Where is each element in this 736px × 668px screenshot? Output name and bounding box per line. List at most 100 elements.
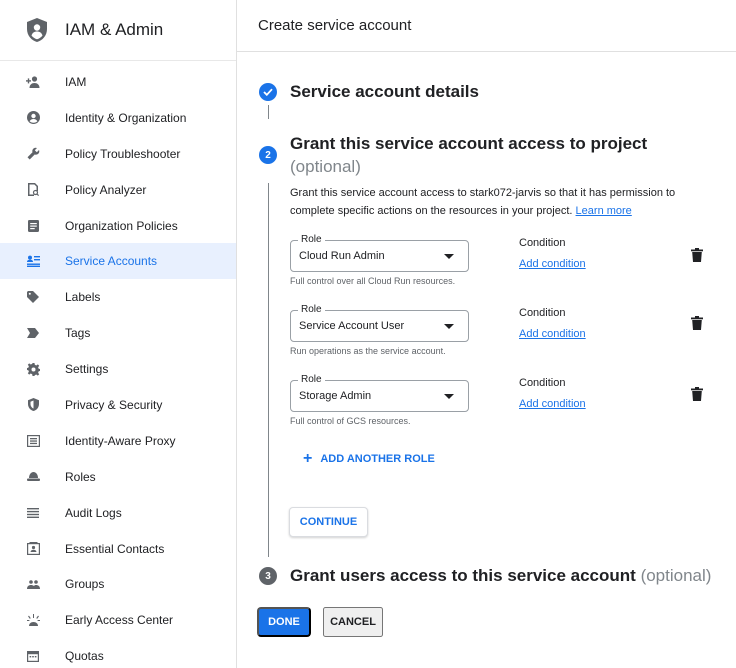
sidebar-item-privacy-security[interactable]: Privacy & Security bbox=[0, 387, 236, 423]
sidebar-item-essential-contacts[interactable]: Essential Contacts bbox=[0, 531, 236, 567]
sidebar-item-groups[interactable]: Groups bbox=[0, 566, 236, 602]
shield-icon bbox=[26, 398, 40, 412]
done-button[interactable]: DONE bbox=[257, 607, 311, 637]
step3-optional: (optional) bbox=[640, 566, 712, 585]
tag-arrow-icon bbox=[26, 326, 40, 340]
calendar-icon bbox=[26, 649, 40, 663]
page-header: Create service account bbox=[237, 0, 736, 52]
sidebar-item-tags[interactable]: Tags bbox=[0, 315, 236, 351]
list-doc-icon bbox=[26, 219, 40, 233]
group-icon bbox=[26, 577, 40, 591]
sidebar-item-label: IAM bbox=[65, 74, 87, 89]
add-another-role-button[interactable]: + ADD ANOTHER ROLE bbox=[303, 451, 435, 467]
add-condition-link[interactable]: Add condition bbox=[519, 258, 586, 270]
role-select[interactable]: Role Service Account User bbox=[290, 304, 469, 342]
dropdown-arrow-icon bbox=[444, 394, 454, 399]
role-field-label: Role bbox=[298, 374, 325, 385]
sidebar-item-label: Policy Analyzer bbox=[65, 182, 147, 197]
wrench-icon bbox=[26, 147, 40, 161]
sidebar-item-policy-troubleshooter[interactable]: Policy Troubleshooter bbox=[0, 136, 236, 172]
sidebar-item-label: Labels bbox=[65, 290, 101, 305]
step2-number-badge: 2 bbox=[259, 146, 277, 164]
sidebar-item-label: Tags bbox=[65, 326, 91, 341]
learn-more-link[interactable]: Learn more bbox=[576, 205, 632, 217]
hat-icon bbox=[26, 470, 40, 484]
sidebar-item-label: Identity-Aware Proxy bbox=[65, 433, 176, 448]
sidebar-item-identity-organization[interactable]: Identity & Organization bbox=[0, 100, 236, 136]
account-circle-icon bbox=[26, 111, 40, 125]
role-field-label: Role bbox=[298, 304, 325, 315]
sidebar-item-labels[interactable]: Labels bbox=[0, 279, 236, 315]
dropdown-arrow-icon bbox=[444, 324, 454, 329]
sidebar-item-label: Roles bbox=[65, 469, 96, 484]
sidebar-nav: IAM Identity & Organization Policy Troub… bbox=[0, 61, 236, 668]
step2-title: Grant this service account access to pro… bbox=[290, 134, 648, 153]
delete-trash-icon[interactable] bbox=[691, 387, 703, 401]
sidebar-item-label: Audit Logs bbox=[65, 505, 122, 520]
sidebar-item-policy-analyzer[interactable]: Policy Analyzer bbox=[0, 172, 236, 208]
sidebar-item-label: Settings bbox=[65, 362, 109, 377]
condition-label: Condition bbox=[519, 377, 566, 389]
sidebar-item-quotas[interactable]: Quotas bbox=[0, 638, 236, 668]
sidebar-item-early-access-center[interactable]: Early Access Center bbox=[0, 602, 236, 638]
sidebar-item-roles[interactable]: Roles bbox=[0, 459, 236, 495]
sidebar-item-iam[interactable]: IAM bbox=[0, 64, 236, 100]
step2-optional: (optional) bbox=[290, 157, 361, 176]
step2-description: Grant this service account access to sta… bbox=[290, 184, 715, 220]
role-field-label: Role bbox=[298, 234, 325, 245]
cancel-button[interactable]: CANCEL bbox=[323, 607, 383, 637]
role-select[interactable]: Role Storage Admin bbox=[290, 374, 469, 412]
delete-trash-icon[interactable] bbox=[691, 316, 703, 330]
add-condition-link[interactable]: Add condition bbox=[519, 328, 586, 340]
sidebar-item-service-accounts[interactable]: Service Accounts bbox=[0, 243, 236, 280]
sidebar-item-settings[interactable]: Settings bbox=[0, 351, 236, 387]
sidebar-item-label: Essential Contacts bbox=[65, 541, 165, 556]
sidebar-item-label: Groups bbox=[65, 577, 105, 592]
sidebar-item-identity-aware-proxy[interactable]: Identity-Aware Proxy bbox=[0, 423, 236, 459]
sidebar-item-label: Early Access Center bbox=[65, 613, 174, 628]
step3-number-badge: 3 bbox=[259, 567, 277, 585]
sidebar-item-label: Privacy & Security bbox=[65, 397, 163, 412]
sparkle-icon bbox=[26, 613, 40, 627]
step-connector bbox=[268, 105, 269, 119]
role-value: Storage Admin bbox=[299, 390, 372, 402]
sidebar-item-label: Quotas bbox=[65, 649, 104, 664]
iam-shield-logo-icon bbox=[26, 18, 48, 42]
condition-label: Condition bbox=[519, 237, 566, 249]
app-title: IAM & Admin bbox=[65, 20, 164, 39]
document-search-icon bbox=[26, 183, 40, 197]
add-role-label: ADD ANOTHER ROLE bbox=[320, 453, 435, 465]
delete-trash-icon[interactable] bbox=[691, 248, 703, 262]
sidebar-item-audit-logs[interactable]: Audit Logs bbox=[0, 495, 236, 531]
dropdown-arrow-icon bbox=[444, 254, 454, 259]
contact-card-icon bbox=[26, 542, 40, 556]
person-add-icon bbox=[26, 75, 40, 89]
add-condition-link[interactable]: Add condition bbox=[519, 398, 586, 410]
lines-icon bbox=[26, 506, 40, 520]
role-value: Cloud Run Admin bbox=[299, 250, 385, 262]
sidebar: IAM & Admin IAM Identity & Organization … bbox=[0, 0, 237, 668]
role-value: Service Account User bbox=[299, 320, 405, 332]
continue-button[interactable]: CONTINUE bbox=[289, 507, 368, 537]
role-helper-text: Run operations as the service account. bbox=[290, 346, 446, 356]
role-helper-text: Full control of GCS resources. bbox=[290, 416, 411, 426]
gear-icon bbox=[26, 362, 40, 376]
condition-label: Condition bbox=[519, 307, 566, 319]
sidebar-item-label: Policy Troubleshooter bbox=[65, 146, 181, 161]
sidebar-item-label: Organization Policies bbox=[65, 218, 178, 233]
step3-title: Grant users access to this service accou… bbox=[290, 566, 636, 585]
role-select[interactable]: Role Cloud Run Admin bbox=[290, 234, 469, 272]
proxy-icon bbox=[26, 434, 40, 448]
main-content: Create service account Service account d… bbox=[237, 0, 736, 668]
sidebar-header: IAM & Admin bbox=[0, 0, 236, 61]
sidebar-item-label: Service Accounts bbox=[65, 254, 158, 269]
step1-title[interactable]: Service account details bbox=[290, 82, 479, 102]
step2-heading: Grant this service account access to pro… bbox=[290, 132, 710, 178]
plus-icon: + bbox=[303, 450, 313, 467]
sidebar-item-label: Identity & Organization bbox=[65, 110, 187, 125]
step-complete-check-icon bbox=[259, 83, 277, 101]
label-icon bbox=[26, 290, 40, 304]
sidebar-item-organization-policies[interactable]: Organization Policies bbox=[0, 208, 236, 244]
step3-heading[interactable]: Grant users access to this service accou… bbox=[290, 566, 711, 586]
page-title: Create service account bbox=[258, 17, 412, 34]
